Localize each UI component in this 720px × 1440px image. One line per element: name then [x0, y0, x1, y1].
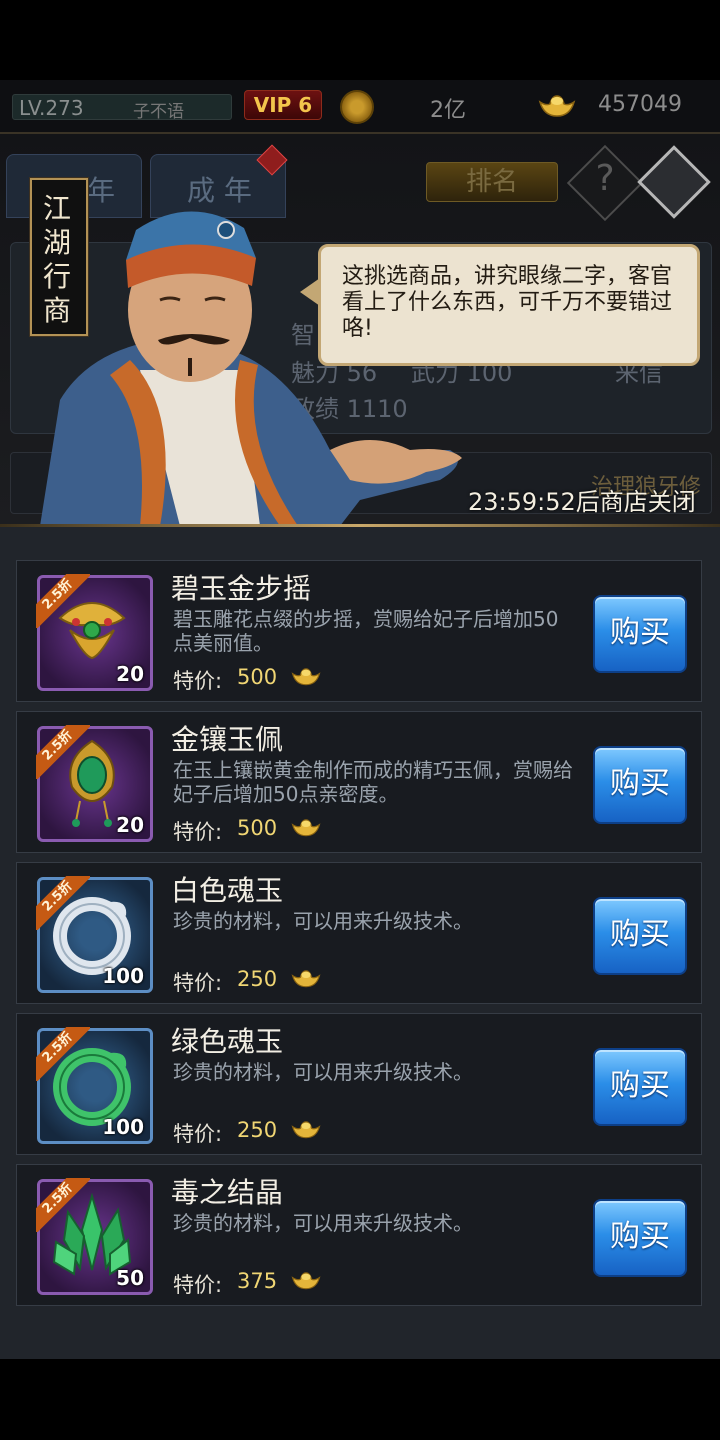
item-description: 珍贵的材料，可以用来升级技术。: [173, 1060, 473, 1084]
item-icon-frame[interactable]: 2.5折 100: [36, 876, 153, 993]
shop-close-timer: 23:59:52后商店关闭: [468, 488, 696, 516]
price-label: 特价:: [173, 1273, 223, 1297]
game-screen: LV.273 子不语 VIP 6 2亿 457049 年 成 年 排名 ? 智 …: [0, 0, 720, 1440]
item-name: 白色魂玉: [171, 874, 284, 907]
shop-item: 2.5折 20 碧玉金步摇 碧玉雕花点缀的步摇，赏赐给妃子后增加50点美丽值。 …: [16, 560, 702, 702]
item-icon-frame[interactable]: 2.5折 50: [36, 1178, 153, 1295]
gold-ingot-icon: [291, 1121, 321, 1139]
status-bar: LV.273 子不语 VIP 6 2亿 457049: [0, 80, 720, 134]
discount-ribbon: 2.5折: [36, 876, 90, 930]
player-name: 子不语: [133, 102, 184, 122]
item-quantity: 20: [116, 662, 144, 686]
vip-badge[interactable]: VIP 6: [244, 90, 322, 120]
item-quantity: 50: [116, 1266, 144, 1290]
buy-button[interactable]: 购买: [593, 1199, 687, 1277]
coin-icon: [340, 90, 374, 124]
ranking-button[interactable]: 排名: [426, 162, 558, 202]
discount-text: 2.5折: [36, 574, 90, 628]
item-description: 珍贵的材料，可以用来升级技术。: [173, 909, 473, 933]
discount-text: 2.5折: [36, 725, 90, 779]
discount-text: 2.5折: [36, 876, 90, 930]
item-price: 375: [237, 1269, 278, 1293]
bottom-bar: [0, 1359, 720, 1440]
speech-bubble-tail: [300, 278, 320, 306]
price-label: 特价:: [173, 820, 223, 844]
buy-button[interactable]: 购买: [593, 595, 687, 673]
item-price: 500: [237, 665, 278, 689]
item-name: 绿色魂玉: [171, 1025, 284, 1058]
gold-ingot-icon: [291, 1272, 321, 1290]
item-icon-frame[interactable]: 2.5折 20: [36, 725, 153, 842]
gold-ingot-icon: [291, 970, 321, 988]
price-label: 特价:: [173, 971, 223, 995]
item-price: 250: [237, 1118, 278, 1142]
level-bar: LV.273 子不语: [12, 94, 232, 122]
discount-ribbon: 2.5折: [36, 574, 90, 628]
item-name: 碧玉金步摇: [171, 572, 312, 605]
item-name: 毒之结晶: [171, 1176, 284, 1209]
item-name: 金镶玉佩: [171, 723, 284, 756]
alert-icon: [256, 144, 288, 176]
gold-ingot-icon: [538, 95, 576, 117]
merchant-title: 江湖行商: [42, 192, 71, 327]
help-icon[interactable]: ?: [588, 158, 622, 199]
item-quantity: 20: [116, 813, 144, 837]
item-icon-frame[interactable]: 2.5折 20: [36, 574, 153, 691]
buy-button[interactable]: 购买: [593, 897, 687, 975]
item-price: 250: [237, 967, 278, 991]
item-price: 500: [237, 816, 278, 840]
gold-amount: 457049: [598, 92, 682, 117]
coin-amount: 2亿: [430, 98, 466, 123]
price-label: 特价:: [173, 1122, 223, 1146]
discount-ribbon: 2.5折: [36, 1178, 90, 1232]
back-icon[interactable]: [637, 145, 711, 219]
shop-item: 2.5折 100 绿色魂玉 珍贵的材料，可以用来升级技术。 特价: 250 购买: [16, 1013, 702, 1155]
buy-button[interactable]: 购买: [593, 1048, 687, 1126]
item-description: 碧玉雕花点缀的步摇，赏赐给妃子后增加50点美丽值。: [173, 607, 559, 655]
gold-ingot-icon: [291, 668, 321, 686]
item-description: 在玉上镶嵌黄金制作而成的精巧玉佩，赏赐给妃子后增加50点亲密度。: [173, 758, 573, 806]
gold-ingot-icon: [291, 819, 321, 837]
discount-ribbon: 2.5折: [36, 725, 90, 779]
item-quantity: 100: [102, 1115, 144, 1139]
discount-ribbon: 2.5折: [36, 1027, 90, 1081]
level-text: LV.273: [19, 96, 84, 120]
buy-button[interactable]: 购买: [593, 746, 687, 824]
item-quantity: 100: [102, 964, 144, 988]
discount-text: 2.5折: [36, 1027, 90, 1081]
price-label: 特价:: [173, 669, 223, 693]
item-description: 珍贵的材料，可以用来升级技术。: [173, 1211, 473, 1235]
item-icon-frame[interactable]: 2.5折 100: [36, 1027, 153, 1144]
shop-list: 2.5折 20 碧玉金步摇 碧玉雕花点缀的步摇，赏赐给妃子后增加50点美丽值。 …: [0, 527, 720, 1359]
shop-item: 2.5折 50 毒之结晶 珍贵的材料，可以用来升级技术。 特价: 375 购买: [16, 1164, 702, 1306]
discount-text: 2.5折: [36, 1178, 90, 1232]
shop-item: 2.5折 20 金镶玉佩 在玉上镶嵌黄金制作而成的精巧玉佩，赏赐给妃子后增加50…: [16, 711, 702, 853]
shop-item: 2.5折 100 白色魂玉 珍贵的材料，可以用来升级技术。 特价: 250 购买: [16, 862, 702, 1004]
speech-text: 这挑选商品，讲究眼缘二字，客官看上了什么东西，可千万不要错过咯!: [342, 264, 673, 341]
